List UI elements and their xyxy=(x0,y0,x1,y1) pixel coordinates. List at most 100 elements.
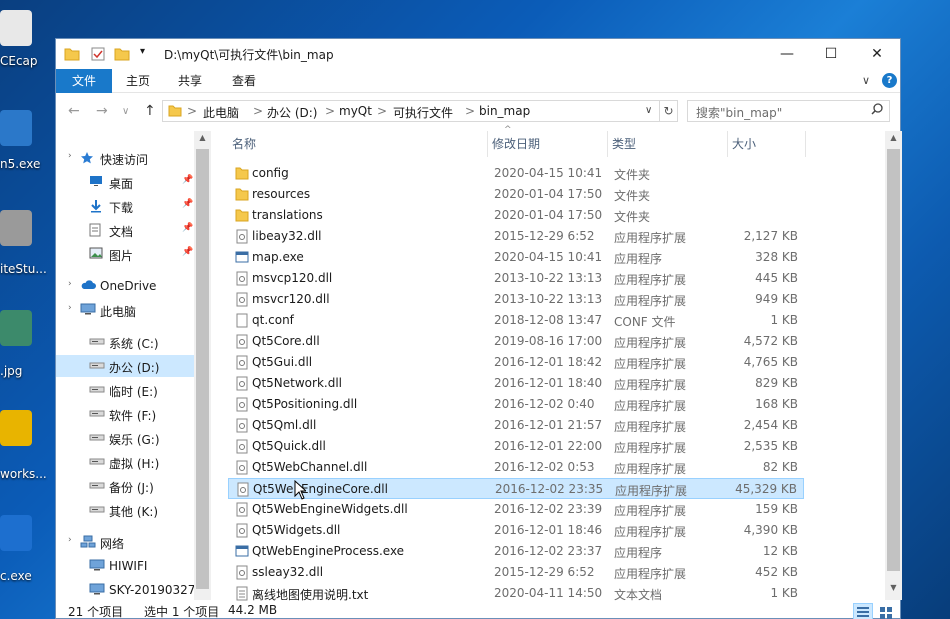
file-type: 应用程序 xyxy=(614,252,663,266)
pin-icon[interactable]: 📌 xyxy=(182,199,193,209)
sidebar-item[interactable]: 临时 (E:) xyxy=(56,379,211,401)
sidebar-item[interactable]: 桌面 📌 xyxy=(56,171,211,193)
scrollbar-thumb[interactable] xyxy=(887,149,900,571)
scroll-up-icon[interactable]: ▲ xyxy=(194,133,211,142)
tab-home[interactable]: 主页 xyxy=(112,69,164,93)
back-button[interactable]: ← xyxy=(68,103,80,119)
tab-view[interactable]: 查看 xyxy=(218,69,270,93)
file-row[interactable]: Qt5WebEngineCore.dll 2016-12-02 23:35 应用程序… xyxy=(228,478,804,499)
breadcrumb-separator[interactable]: > xyxy=(465,104,475,118)
up-button[interactable]: ↑ xyxy=(144,103,156,119)
file-row[interactable]: Qt5WebChannel.dll 2016-12-02 0:53 应用程序扩展 82… xyxy=(228,457,804,478)
refresh-button[interactable]: ↻ xyxy=(660,100,678,122)
breadcrumb-executables[interactable]: 可执行文件 xyxy=(393,104,453,121)
sidebar-item[interactable]: 系统 (C:) xyxy=(56,331,211,353)
cloud-icon xyxy=(80,279,96,291)
column-date[interactable]: 修改日期 xyxy=(488,131,608,157)
exe-file-icon xyxy=(235,250,249,265)
sidebar-item[interactable]: 其他 (K:) xyxy=(56,499,211,521)
expand-chevron-icon[interactable]: › xyxy=(68,303,72,313)
file-row[interactable]: libeay32.dll 2015-12-29 6:52 应用程序扩展 2,127 K… xyxy=(228,226,804,247)
sidebar-item[interactable]: 备份 (J:) xyxy=(56,475,211,497)
file-row[interactable]: Qt5Positioning.dll 2016-12-02 0:40 应用程序扩展 1… xyxy=(228,394,804,415)
sidebar-item[interactable]: SKY-20190327( xyxy=(56,579,211,600)
breadcrumb-drive-d[interactable]: 办公 (D:) xyxy=(267,104,317,121)
ribbon-expand-icon[interactable]: ∨ xyxy=(862,74,870,87)
large-icons-view-icon[interactable] xyxy=(876,603,896,619)
sidebar-item[interactable]: 软件 (F:) xyxy=(56,403,211,425)
file-row[interactable]: msvcp120.dll 2013-10-22 13:13 应用程序扩展 445 KB xyxy=(228,268,804,289)
scroll-down-icon[interactable]: ▼ xyxy=(885,583,902,592)
file-list-scrollbar[interactable]: ▲ ▼ xyxy=(885,131,902,600)
desktop-icon-item[interactable]: CEcap xyxy=(0,10,50,68)
tab-share[interactable]: 共享 xyxy=(164,69,216,93)
file-row[interactable]: QtWebEngineProcess.exe 2016-12-02 23:37 应用… xyxy=(228,541,804,562)
pin-icon[interactable]: 📌 xyxy=(182,175,193,185)
sidebar-item[interactable]: › 网络 xyxy=(56,531,211,553)
recent-locations-button[interactable]: ∨ xyxy=(122,106,129,117)
expand-chevron-icon[interactable]: › xyxy=(68,279,72,289)
file-row[interactable]: ssleay32.dll 2015-12-29 6:52 应用程序扩展 452 KB xyxy=(228,562,804,583)
file-row[interactable]: msvcr120.dll 2013-10-22 13:13 应用程序扩展 949 KB xyxy=(228,289,804,310)
breadcrumb-this-pc[interactable]: 此电脑 xyxy=(203,104,239,121)
pin-icon[interactable]: 📌 xyxy=(182,247,193,257)
desktop-icon-item[interactable]: .jpg xyxy=(0,310,50,378)
file-row[interactable]: Qt5Quick.dll 2016-12-01 22:00 应用程序扩展 2,535 … xyxy=(228,436,804,457)
expand-chevron-icon[interactable]: › xyxy=(68,535,72,545)
file-row[interactable]: Qt5Network.dll 2016-12-01 18:40 应用程序扩展 829 … xyxy=(228,373,804,394)
address-dropdown-icon[interactable]: ∨ xyxy=(645,105,652,116)
pin-icon[interactable]: 📌 xyxy=(182,223,193,233)
sidebar-item[interactable]: 办公 (D:) xyxy=(56,355,211,377)
file-row[interactable]: translations 2020-01-04 17:50 文件夹 xyxy=(228,205,804,226)
file-name: translations xyxy=(252,208,323,222)
sidebar-item[interactable]: 图片 📌 xyxy=(56,243,211,265)
breadcrumb-separator[interactable]: > xyxy=(377,104,387,118)
file-row[interactable]: Qt5Qml.dll 2016-12-01 21:57 应用程序扩展 2,454 KB xyxy=(228,415,804,436)
breadcrumb-myqt[interactable]: myQt xyxy=(339,104,372,118)
sidebar-item[interactable]: HIWIFI xyxy=(56,555,211,577)
new-folder-icon[interactable] xyxy=(114,46,130,62)
desktop-icon-item[interactable]: c.exe xyxy=(0,515,50,583)
breadcrumb-separator[interactable]: > xyxy=(325,104,335,118)
file-row[interactable]: resources 2020-01-04 17:50 文件夹 xyxy=(228,184,804,205)
search-box[interactable]: 搜索"bin_map" xyxy=(687,100,890,122)
properties-icon[interactable] xyxy=(90,46,106,62)
file-row[interactable]: qt.conf 2018-12-08 13:47 CONF 文件 1 KB xyxy=(228,310,804,331)
column-size[interactable]: 大小 xyxy=(728,131,806,157)
desktop-icon-item[interactable]: n5.exe xyxy=(0,110,50,171)
sidebar-item[interactable]: › 此电脑 xyxy=(56,299,211,321)
details-view-icon[interactable] xyxy=(853,603,873,619)
forward-button[interactable]: → xyxy=(96,103,108,119)
sidebar-item[interactable]: 文档 📌 xyxy=(56,219,211,241)
close-button[interactable]: ✕ xyxy=(854,39,900,69)
sidebar-item[interactable]: 娱乐 (G:) xyxy=(56,427,211,449)
address-bar[interactable]: > 此电脑 > 办公 (D:) > myQt > 可执行文件 > bin_map… xyxy=(162,100,660,122)
desktop-icon-item[interactable]: works... xyxy=(0,410,50,481)
minimize-button[interactable]: — xyxy=(764,39,810,69)
search-icon[interactable] xyxy=(871,103,883,118)
file-row[interactable]: config 2020-04-15 10:41 文件夹 xyxy=(228,163,804,184)
tab-file[interactable]: 文件 xyxy=(56,69,112,93)
scroll-up-icon[interactable]: ▲ xyxy=(885,133,902,142)
quick-access-toolbar-dropdown-icon[interactable]: ▾ xyxy=(140,46,145,62)
column-type[interactable]: 类型 xyxy=(608,131,728,157)
breadcrumb-separator[interactable]: > xyxy=(253,104,263,118)
file-row[interactable]: Qt5Widgets.dll 2016-12-01 18:46 应用程序扩展 4,39… xyxy=(228,520,804,541)
file-row[interactable]: Qt5Core.dll 2019-08-16 17:00 应用程序扩展 4,572 K… xyxy=(228,331,804,352)
column-name[interactable]: 名称 xyxy=(228,131,488,157)
file-row[interactable]: map.exe 2020-04-15 10:41 应用程序 328 KB xyxy=(228,247,804,268)
sidebar-item[interactable]: › 快速访问 xyxy=(56,147,211,169)
navigation-pane-scrollbar[interactable]: ▲ xyxy=(194,131,211,600)
file-row[interactable]: Qt5WebEngineWidgets.dll 2016-12-02 23:39 应… xyxy=(228,499,804,520)
file-row[interactable]: Qt5Gui.dll 2016-12-01 18:42 应用程序扩展 4,765 KB xyxy=(228,352,804,373)
sidebar-item[interactable]: 下载 📌 xyxy=(56,195,211,217)
breadcrumb-bin-map[interactable]: bin_map xyxy=(479,104,530,118)
maximize-button[interactable]: ☐ xyxy=(808,39,854,69)
help-icon[interactable]: ? xyxy=(882,73,897,88)
expand-chevron-icon[interactable]: › xyxy=(68,151,72,161)
desktop-icon-item[interactable]: iteStu... xyxy=(0,210,50,276)
breadcrumb-separator[interactable]: > xyxy=(187,104,197,118)
sidebar-item[interactable]: › OneDrive xyxy=(56,275,211,297)
scrollbar-thumb[interactable] xyxy=(196,149,209,589)
sidebar-item[interactable]: 虚拟 (H:) xyxy=(56,451,211,473)
